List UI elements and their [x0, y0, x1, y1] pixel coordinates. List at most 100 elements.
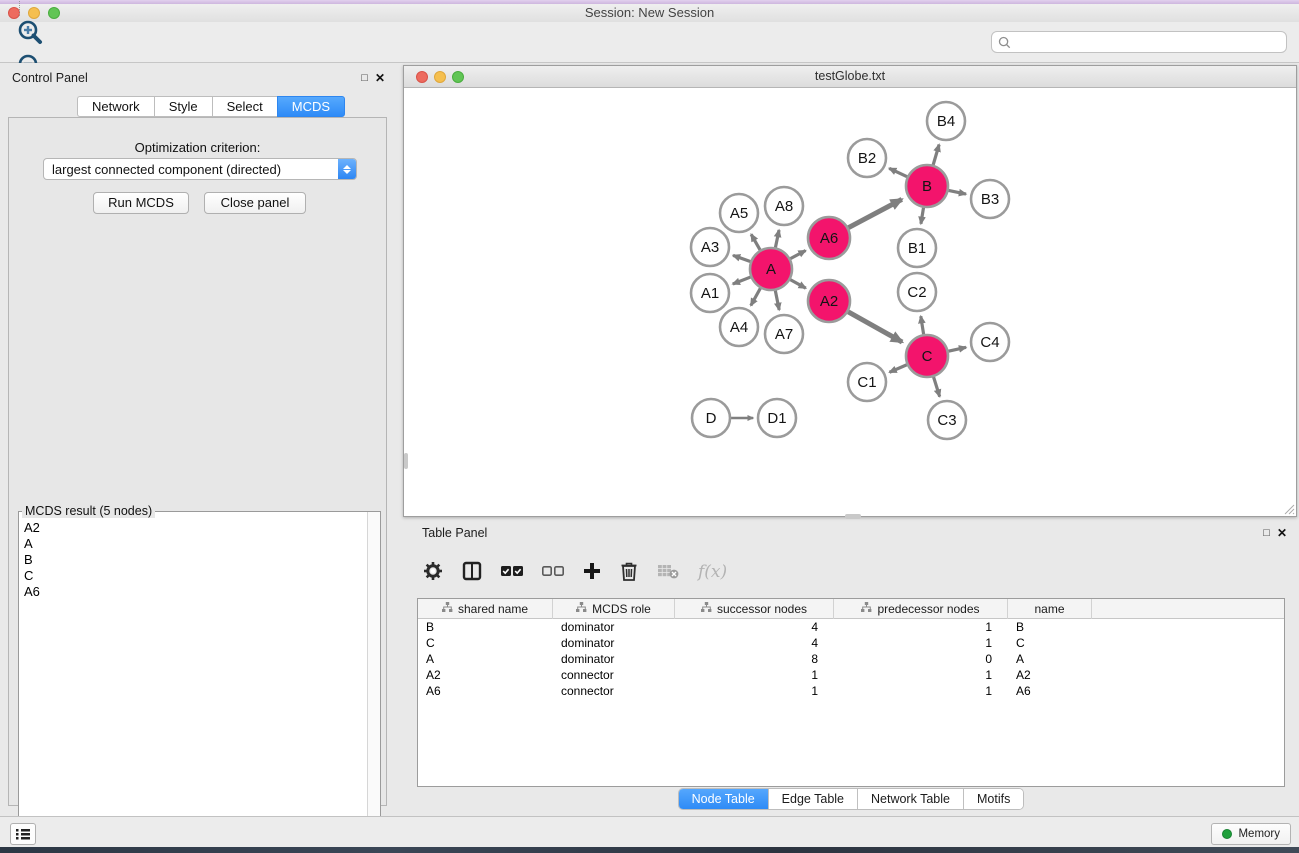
edge-A-A2[interactable] [790, 280, 806, 289]
network-window-titlebar[interactable]: testGlobe.txt [404, 66, 1296, 88]
table-cell[interactable]: 1 [834, 619, 1008, 635]
table-cell[interactable]: connector [553, 683, 675, 699]
table-cell[interactable]: C [418, 635, 553, 651]
table-cell[interactable]: C [1008, 635, 1092, 651]
edge-A-A8[interactable] [775, 230, 779, 247]
table-cell[interactable]: 1 [675, 683, 834, 699]
resize-grip-icon[interactable] [1282, 502, 1295, 515]
column-header-MCDS-role[interactable]: MCDS role [553, 599, 675, 619]
node-label-C3: C3 [937, 412, 956, 429]
table-cell[interactable]: B [1008, 619, 1092, 635]
select-all-icon[interactable] [501, 564, 523, 581]
net-minimize-traffic-light[interactable] [434, 71, 446, 83]
close-table-panel-icon[interactable]: ✕ [1277, 526, 1287, 540]
delete-table-icon[interactable] [657, 563, 679, 582]
run-mcds-button[interactable]: Run MCDS [93, 192, 189, 214]
result-item[interactable]: B [24, 552, 362, 568]
table-cell[interactable]: 8 [675, 651, 834, 667]
edge-C-C2[interactable] [921, 316, 924, 334]
edge-A6-B[interactable] [848, 199, 901, 227]
tab-edge-table[interactable]: Edge Table [769, 789, 858, 809]
table-cell[interactable]: A6 [1008, 683, 1092, 699]
column-header-name[interactable]: name [1008, 599, 1092, 619]
edge-A-A3[interactable] [733, 255, 750, 261]
edge-B-B2[interactable] [889, 168, 907, 176]
edge-B-B1[interactable] [921, 208, 924, 224]
node-label-A4: A4 [730, 319, 748, 336]
table-row[interactable]: A2connector11A2 [418, 667, 1284, 683]
result-item[interactable]: A6 [24, 584, 362, 600]
network-canvas[interactable]: B4B2BB3A8A5A6A3B1AC2A1A2A4A7C4CC1DD1C3 [404, 88, 1296, 516]
search-box[interactable] [991, 31, 1287, 53]
result-scrollbar[interactable] [367, 512, 380, 853]
tab-network-table[interactable]: Network Table [858, 789, 964, 809]
horizontal-scroll-thumb[interactable] [845, 514, 861, 519]
net-close-traffic-light[interactable] [416, 71, 428, 83]
tab-mcds[interactable]: MCDS [277, 96, 345, 117]
float-panel-icon[interactable]: □ [361, 72, 368, 84]
edge-A-A6[interactable] [790, 251, 805, 259]
add-icon[interactable] [583, 562, 601, 583]
table-cell[interactable]: 1 [834, 683, 1008, 699]
column-header-shared-name[interactable]: shared name [418, 599, 553, 619]
edge-A2-C[interactable] [848, 312, 902, 342]
zoom-in-icon[interactable] [13, 16, 47, 50]
tab-node-table[interactable]: Node Table [679, 789, 769, 809]
edge-B-B3[interactable] [949, 190, 966, 194]
table-cell[interactable]: A2 [418, 667, 553, 683]
table-cell[interactable]: A2 [1008, 667, 1092, 683]
edge-B-B4[interactable] [933, 145, 939, 165]
result-item[interactable]: A [24, 536, 362, 552]
result-item[interactable]: A2 [24, 520, 362, 536]
tab-motifs[interactable]: Motifs [964, 789, 1023, 809]
close-panel-button[interactable]: Close panel [204, 192, 306, 214]
table-cell[interactable]: 1 [834, 635, 1008, 651]
table-row[interactable]: Cdominator41C [418, 635, 1284, 651]
column-header-predecessor-nodes[interactable]: predecessor nodes [834, 599, 1008, 619]
function-icon[interactable]: f(x) [698, 562, 727, 582]
edge-C-C1[interactable] [889, 365, 906, 373]
table-row[interactable]: Adominator80A [418, 651, 1284, 667]
deselect-all-icon[interactable] [542, 564, 564, 581]
table-row[interactable]: Bdominator41B [418, 619, 1284, 635]
edge-C-C4[interactable] [948, 347, 966, 351]
edge-A-A1[interactable] [733, 277, 751, 284]
tab-select[interactable]: Select [212, 96, 277, 117]
table-cell[interactable]: 4 [675, 619, 834, 635]
table-cell[interactable]: dominator [553, 619, 675, 635]
mcds-result-list[interactable]: A2ABCA6 [20, 518, 366, 853]
net-zoom-traffic-light[interactable] [452, 71, 464, 83]
table-cell[interactable]: A [1008, 651, 1092, 667]
memory-button[interactable]: Memory [1211, 823, 1291, 845]
table-cell[interactable]: B [418, 619, 553, 635]
result-item[interactable]: C [24, 568, 362, 584]
tab-network[interactable]: Network [77, 96, 154, 117]
mcds-panel: Optimization criterion: largest connecte… [8, 117, 387, 806]
table-cell[interactable]: 4 [675, 635, 834, 651]
network-graph[interactable]: B4B2BB3A8A5A6A3B1AC2A1A2A4A7C4CC1DD1C3 [404, 88, 1296, 516]
table-cell[interactable]: A6 [418, 683, 553, 699]
table-cell[interactable]: dominator [553, 635, 675, 651]
columns-icon[interactable] [462, 561, 482, 584]
edge-A-A4[interactable] [751, 288, 761, 305]
table-cell[interactable]: A [418, 651, 553, 667]
close-panel-icon[interactable]: ✕ [375, 71, 385, 85]
vertical-scroll-thumb[interactable] [404, 453, 408, 469]
edge-C-C3[interactable] [934, 377, 940, 397]
table-cell[interactable]: 1 [675, 667, 834, 683]
table-cell[interactable]: connector [553, 667, 675, 683]
gear-icon[interactable] [423, 561, 443, 584]
table-cell[interactable]: 1 [834, 667, 1008, 683]
trash-icon[interactable] [620, 561, 638, 584]
criterion-select[interactable]: largest connected component (directed) [43, 158, 357, 180]
tab-style[interactable]: Style [154, 96, 212, 117]
search-input[interactable] [1015, 35, 1280, 49]
table-cell[interactable]: dominator [553, 651, 675, 667]
edge-A-A7[interactable] [775, 291, 779, 310]
column-header-successor-nodes[interactable]: successor nodes [675, 599, 834, 619]
edge-A-A5[interactable] [751, 234, 760, 250]
task-history-button[interactable] [10, 823, 36, 845]
table-cell[interactable]: 0 [834, 651, 1008, 667]
float-table-panel-icon[interactable]: □ [1263, 527, 1270, 539]
table-row[interactable]: A6connector11A6 [418, 683, 1284, 699]
